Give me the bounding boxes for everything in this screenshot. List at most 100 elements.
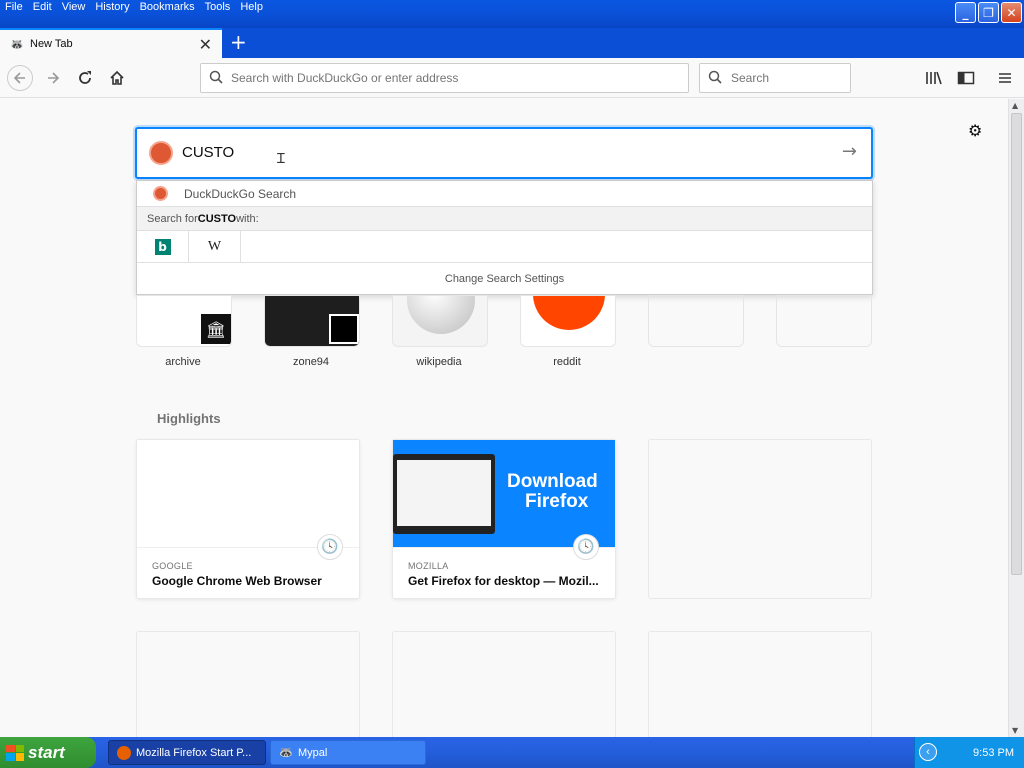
search-icon (209, 70, 223, 84)
card-title: Get Firefox for desktop — Mozil... (408, 574, 599, 588)
windows-logo-icon (6, 744, 24, 761)
window-titlebar: File Edit View History Bookmarks Tools H… (0, 0, 1024, 28)
windows-taskbar: start Mozilla Firefox Start P... 🦝 Mypal… (0, 737, 1024, 768)
back-arrow-icon (13, 72, 25, 84)
highlight-card-mozilla[interactable]: Download Firefox 🕓 MOZILLA Get Firefox f… (392, 439, 616, 599)
topsite-wikipedia[interactable] (392, 295, 488, 347)
tray-expand-icon[interactable]: ‹ (919, 743, 937, 761)
mypal-icon: 🦝 (279, 747, 293, 759)
topsite-label: zone94 (292, 356, 330, 368)
laptop-screen-content (397, 460, 491, 526)
highlight-card-empty (648, 631, 872, 737)
maximize-button[interactable]: ❐ (978, 2, 999, 23)
scroll-up-icon[interactable]: ▲ (1012, 101, 1018, 110)
wikipedia-globe-icon (407, 296, 475, 334)
url-bar[interactable] (200, 63, 689, 93)
tab-title: New Tab (30, 38, 73, 50)
firefox-icon (117, 745, 131, 760)
laptop-screen-image (393, 454, 495, 534)
taskbar-item-mypal[interactable]: 🦝 Mypal (270, 740, 426, 765)
back-button[interactable] (7, 65, 33, 91)
close-tab-icon[interactable]: ✕ (199, 35, 212, 54)
bing-icon: b (154, 238, 171, 255)
page-search-box[interactable]: CUSTO Ɪ → (135, 127, 873, 179)
highlight-card-google[interactable]: 🕓 GOOGLE Google Chrome Web Browser (136, 439, 360, 599)
zone94-icon (329, 314, 359, 344)
minimize-button[interactable]: _ (955, 2, 976, 23)
search-for-suffix: with: (236, 212, 259, 225)
menu-bookmarks[interactable]: Bookmarks (135, 0, 200, 18)
firefox-text: Firefox (525, 491, 589, 512)
change-search-settings-button[interactable]: Change Search Settings (137, 263, 872, 294)
duckduckgo-icon (153, 186, 168, 201)
card-host: MOZILLA (408, 561, 449, 571)
reload-button[interactable] (72, 65, 98, 91)
text-cursor-icon: Ɪ (277, 151, 285, 167)
highlight-card-empty (136, 631, 360, 737)
search-bar[interactable] (699, 63, 851, 93)
menu-history[interactable]: History (90, 0, 134, 18)
bing-engine-button[interactable]: b (137, 230, 189, 263)
download-text: Download (507, 471, 598, 492)
search-icon (708, 70, 722, 84)
menu-edit[interactable]: Edit (28, 0, 57, 18)
tab-strip: 🦝 New Tab ✕ + (0, 28, 1024, 58)
menu-button[interactable] (992, 65, 1018, 91)
new-tab-button[interactable]: + (230, 30, 247, 54)
search-suggestions-dropdown: DuckDuckGo Search Search for CUSTO with:… (136, 180, 873, 295)
scrollbar-thumb[interactable] (1011, 113, 1022, 575)
search-engine-buttons: b W (137, 230, 872, 263)
topsite-zone94[interactable] (264, 295, 360, 347)
card-thumbnail (137, 440, 359, 548)
menu-tools[interactable]: Tools (200, 0, 236, 18)
search-bar-input[interactable] (731, 71, 850, 85)
gear-icon[interactable]: ⚙ (968, 121, 982, 140)
topsite-reddit[interactable] (520, 295, 616, 347)
taskbar-item-label: Mozilla Firefox Start P... (136, 746, 252, 759)
suggestion-engine-label: DuckDuckGo Search (184, 186, 297, 201)
clock-icon: 🕓 (317, 534, 343, 560)
forward-button[interactable] (40, 65, 66, 91)
tab-new-tab[interactable]: 🦝 New Tab ✕ (0, 28, 222, 58)
search-go-arrow-icon[interactable]: → (842, 141, 857, 162)
taskbar-item-label: Mypal (298, 746, 328, 759)
card-thumbnail: Download Firefox (393, 440, 615, 548)
wikipedia-icon: W (207, 238, 222, 254)
archive-icon: 🏛 (201, 314, 231, 344)
menu-bar: File Edit View History Bookmarks Tools H… (0, 0, 268, 18)
mypal-icon: 🦝 (10, 38, 24, 51)
wikipedia-engine-button[interactable]: W (189, 230, 241, 263)
url-input[interactable] (231, 71, 688, 85)
start-label: start (28, 742, 65, 762)
search-for-header: Search for CUSTO with: (137, 207, 872, 231)
start-button[interactable]: start (0, 737, 96, 768)
taskbar-item-firefox[interactable]: Mozilla Firefox Start P... (108, 740, 266, 765)
topsite-label: archive (165, 356, 201, 368)
highlights-heading: Highlights (157, 411, 221, 426)
search-query-text[interactable]: CUSTO (182, 144, 234, 161)
topsite-empty (776, 295, 872, 347)
menu-file[interactable]: File (0, 0, 28, 18)
card-title: Google Chrome Web Browser (152, 574, 322, 588)
library-button[interactable] (921, 65, 947, 91)
sidebar-button[interactable] (953, 65, 979, 91)
highlight-card-empty (648, 439, 872, 599)
topsite-archive[interactable]: 🏛 (136, 295, 232, 347)
system-tray: ‹ 9:53 PM (914, 737, 1024, 768)
reddit-icon (533, 296, 605, 330)
download-firefox-text: Download Firefox (507, 472, 598, 512)
home-button[interactable] (104, 65, 130, 91)
duckduckgo-icon (149, 141, 173, 165)
new-tab-page: ⚙ CUSTO Ɪ → DuckDuckGo Search Search for… (0, 99, 1008, 737)
vertical-scrollbar[interactable]: ▲ ▼ (1008, 99, 1024, 737)
close-window-button[interactable]: ✕ (1001, 2, 1022, 23)
suggestion-duckduckgo[interactable]: DuckDuckGo Search (137, 181, 872, 207)
topsite-empty (648, 295, 744, 347)
topsite-label: wikipedia (416, 356, 462, 368)
forward-arrow-icon (48, 72, 60, 84)
library-icon (926, 71, 942, 85)
highlight-card-empty (392, 631, 616, 737)
menu-help[interactable]: Help (235, 0, 268, 18)
menu-view[interactable]: View (57, 0, 91, 18)
scroll-down-icon[interactable]: ▼ (1012, 726, 1018, 735)
